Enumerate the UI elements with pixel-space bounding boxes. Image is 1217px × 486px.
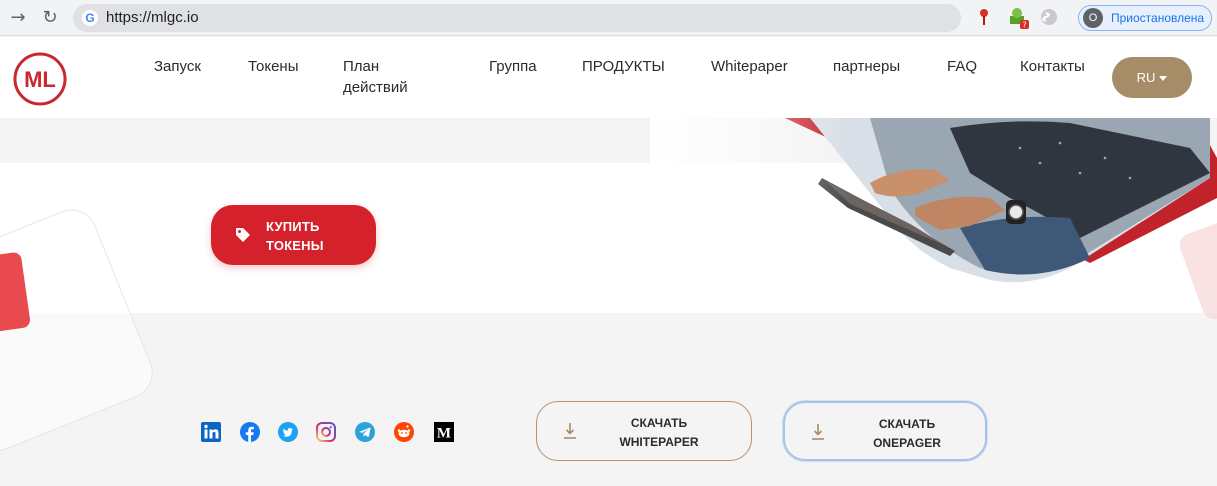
logo-text: ML [24,67,56,92]
url-text[interactable]: https://mlgc.io [106,9,199,26]
language-dropdown[interactable]: RU [1112,57,1192,98]
download-onepager-button[interactable]: СКАЧАТЬ ONEPAGER [783,401,987,461]
language-label: RU [1136,70,1156,85]
download-icon [563,422,577,440]
download-onepager-label: СКАЧАТЬ ONEPAGER [873,417,941,450]
avatar: O [1083,8,1103,28]
caret-down-icon [1159,76,1168,82]
twitter-icon[interactable] [278,422,298,442]
download-icon [811,423,825,441]
site-header: ML Запуск Токены План действий Группа ПР… [0,37,1217,118]
nav-whitepaper[interactable]: Whitepaper [711,56,788,77]
download-whitepaper-label: СКАЧАТЬ WHITEPAPER [619,416,699,449]
svg-text:?: ? [1022,21,1026,30]
buy-tokens-label: КУПИТЬ ТОКЕНЫ [266,219,324,253]
google-icon: G [82,10,98,26]
nav-partners[interactable]: партнеры [833,56,900,77]
profile-status-label: Приостановлена [1111,11,1205,25]
reload-icon[interactable]: ↻ [38,6,62,30]
android-extension-icon[interactable]: ? [1007,6,1029,30]
tag-icon [235,227,251,243]
sync-extension-icon[interactable] [1040,8,1058,26]
linkedin-icon[interactable] [201,422,221,442]
forward-arrow-icon[interactable]: → [6,6,30,30]
instagram-icon[interactable] [316,422,336,442]
hero-image [650,118,1217,288]
nav-contacts[interactable]: Контакты [1020,56,1085,77]
nav-group[interactable]: Группа [489,56,537,77]
nav-roadmap[interactable]: План действий [343,56,423,98]
nav-tokens[interactable]: Токены [248,56,298,77]
browser-toolbar: → ↻ G https://mlgc.io ? O Приостановлена [0,0,1217,36]
nav-launch[interactable]: Запуск [154,56,201,77]
medium-icon[interactable]: M [434,422,454,442]
ml-logo[interactable]: ML [12,51,68,107]
reddit-icon[interactable] [394,422,414,442]
download-whitepaper-button[interactable]: СКАЧАТЬ WHITEPAPER [536,401,752,461]
address-bar[interactable]: G https://mlgc.io [73,4,961,32]
telegram-icon[interactable] [355,422,375,442]
facebook-icon[interactable] [240,422,260,442]
profile-chip[interactable]: O Приостановлена [1078,5,1212,31]
nav-faq[interactable]: FAQ [947,56,977,77]
nav-products[interactable]: ПРОДУКТЫ [582,56,665,77]
pin-extension-icon[interactable] [975,7,993,25]
svg-text:M: M [437,426,451,442]
buy-tokens-button[interactable]: КУПИТЬ ТОКЕНЫ [211,205,376,265]
